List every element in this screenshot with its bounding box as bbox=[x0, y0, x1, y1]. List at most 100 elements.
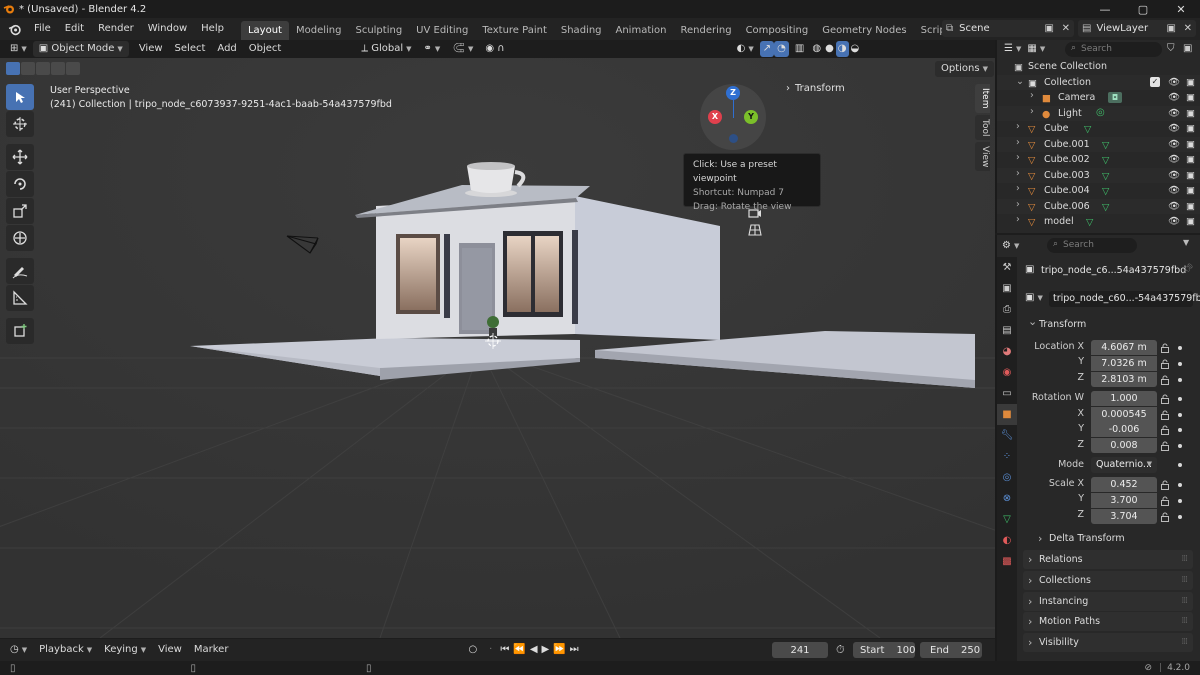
particle-properties-icon[interactable]: ⁘ bbox=[997, 446, 1017, 467]
render-camera-icon[interactable]: ▣ bbox=[1186, 108, 1195, 119]
menu-render[interactable]: Render bbox=[91, 18, 141, 40]
chevron-right-icon[interactable]: › bbox=[1016, 199, 1020, 210]
modifier-properties-icon[interactable]: 🔧︎ bbox=[997, 425, 1017, 446]
select-subtract-icon[interactable] bbox=[36, 62, 50, 75]
mesh-data-icon[interactable]: ▽ bbox=[1102, 186, 1109, 197]
shading-rendered-icon[interactable]: ◒ bbox=[849, 41, 862, 57]
keyframe-dot[interactable] bbox=[1178, 463, 1182, 467]
mesh-data-icon[interactable]: ▽ bbox=[1102, 171, 1109, 182]
timeline-editor-icon[interactable]: ◷ ▼ bbox=[4, 642, 33, 658]
view-layer-selector[interactable]: ▤ ViewLayer ▣ ✕ bbox=[1078, 20, 1196, 37]
location-y-field[interactable]: 7.0326 m bbox=[1091, 356, 1157, 371]
timeline-menu-keying[interactable]: Keying ▼ bbox=[98, 642, 152, 658]
keyframe-dot[interactable] bbox=[1178, 515, 1182, 519]
play-icon[interactable]: ▶ bbox=[540, 642, 552, 658]
chevron-right-icon[interactable]: › bbox=[1016, 214, 1020, 225]
object-data-icon[interactable]: ▣ ▼ bbox=[1025, 292, 1043, 303]
outliner-row-collection[interactable]: ⌄ ▣ Collection ✓ 👁︎ ▣ bbox=[997, 74, 1200, 90]
lock-icon[interactable] bbox=[1160, 480, 1170, 490]
stopwatch-icon[interactable]: ⏱ bbox=[836, 643, 845, 657]
chevron-right-icon[interactable]: › bbox=[1030, 90, 1034, 101]
shading-material-icon[interactable]: ◑ bbox=[835, 41, 849, 57]
constraint-properties-icon[interactable]: ⊗ bbox=[997, 488, 1017, 509]
relations-panel-header[interactable]: Relations ⁞⁞⁞ bbox=[1023, 550, 1193, 569]
keyframe-dot[interactable] bbox=[1178, 413, 1182, 417]
tab-layout[interactable]: Layout bbox=[240, 21, 289, 40]
measure-tool[interactable] bbox=[6, 285, 34, 311]
menu-file[interactable]: File bbox=[27, 18, 58, 40]
minimize-button[interactable]: — bbox=[1086, 0, 1124, 18]
close-button[interactable]: ✕ bbox=[1162, 0, 1200, 18]
keyframe-dot[interactable] bbox=[1178, 444, 1182, 448]
scale-z-field[interactable]: 3.704 bbox=[1091, 509, 1157, 524]
drag-handle-icon[interactable]: ⁞⁞⁞ bbox=[1181, 612, 1188, 631]
gizmo-x-axis[interactable]: X bbox=[708, 110, 722, 124]
eye-icon[interactable]: 👁︎ bbox=[1168, 123, 1180, 134]
outliner-row-cube-002[interactable]: › ▽ Cube.002 ▽ 👁︎ ▣ bbox=[997, 152, 1200, 168]
mesh-data-icon[interactable]: ▽ bbox=[1102, 140, 1109, 151]
mode-dropdown[interactable]: ▣ Object Mode ▼ bbox=[32, 41, 129, 57]
object-properties-icon[interactable]: ■ bbox=[997, 404, 1017, 425]
render-camera-icon[interactable]: ▣ bbox=[1186, 139, 1195, 150]
exclude-checkbox[interactable]: ✓ bbox=[1150, 76, 1160, 87]
rotation-w-field[interactable]: 1.000 bbox=[1091, 391, 1157, 406]
select-new-icon[interactable] bbox=[6, 62, 20, 75]
tab-modeling[interactable]: Modeling bbox=[289, 21, 349, 40]
collections-panel-header[interactable]: Collections ⁞⁞⁞ bbox=[1023, 571, 1193, 590]
outliner-row-model[interactable]: › ▽ model ▽ 👁︎ ▣ bbox=[997, 214, 1200, 230]
camera-data-icon[interactable]: ◘ bbox=[1108, 92, 1122, 103]
tool-properties-icon[interactable]: ⚒ bbox=[997, 257, 1017, 278]
tab-compositing[interactable]: Compositing bbox=[739, 21, 816, 40]
outliner-row-camera[interactable]: › ■ Camera ◘ 👁︎ ▣ bbox=[997, 90, 1200, 106]
visibility-icon[interactable]: ◐ ▼ bbox=[731, 41, 760, 57]
chevron-right-icon[interactable]: › bbox=[1016, 121, 1020, 132]
chevron-right-icon[interactable]: › bbox=[1016, 183, 1020, 194]
shading-solid-icon[interactable]: ● bbox=[823, 41, 836, 57]
scale-tool[interactable] bbox=[6, 198, 34, 224]
motion-paths-panel-header[interactable]: Motion Paths ⁞⁞⁞ bbox=[1023, 612, 1193, 631]
jump-start-icon[interactable]: ⏮ bbox=[498, 642, 511, 658]
lock-icon[interactable] bbox=[1160, 343, 1170, 353]
properties-search-input[interactable]: Search bbox=[1047, 238, 1137, 253]
scale-x-field[interactable]: 0.452 bbox=[1091, 477, 1157, 492]
tab-shading[interactable]: Shading bbox=[554, 21, 609, 40]
mesh-data-icon[interactable]: ▽ bbox=[1102, 202, 1109, 213]
render-properties-icon[interactable]: ▣ bbox=[997, 278, 1017, 299]
move-tool[interactable] bbox=[6, 144, 34, 170]
chevron-right-icon[interactable]: › bbox=[1016, 152, 1020, 163]
lock-icon[interactable] bbox=[1160, 410, 1170, 420]
keying-set-icon[interactable]: · bbox=[483, 642, 498, 658]
data-properties-icon[interactable]: ▽ bbox=[997, 509, 1017, 530]
jump-prev-keyframe-icon[interactable]: ⏪ bbox=[511, 642, 527, 658]
rotate-tool[interactable] bbox=[6, 171, 34, 197]
viewport-menu-add[interactable]: Add bbox=[211, 41, 242, 57]
jump-end-icon[interactable]: ⏭ bbox=[568, 642, 581, 658]
outliner-row-light[interactable]: › ● Light ◎ 👁︎ ▣ bbox=[997, 105, 1200, 121]
mesh-data-icon[interactable]: ▽ bbox=[1084, 124, 1091, 135]
chevron-right-icon[interactable]: › bbox=[1030, 106, 1034, 117]
outliner-row-cube-004[interactable]: › ▽ Cube.004 ▽ 👁︎ ▣ bbox=[997, 183, 1200, 199]
view-layer-properties-icon[interactable]: ▤ bbox=[997, 320, 1017, 341]
tab-animation[interactable]: Animation bbox=[609, 21, 674, 40]
object-name-field[interactable]: tripo_node_c60...-54a437579fbd bbox=[1049, 291, 1200, 307]
render-camera-icon[interactable]: ▣ bbox=[1186, 216, 1195, 227]
select-box-tool[interactable] bbox=[6, 84, 34, 110]
delta-transform-header[interactable]: Delta Transform bbox=[1033, 529, 1193, 548]
lock-icon[interactable] bbox=[1160, 359, 1170, 369]
timeline-menu-playback[interactable]: Playback ▼ bbox=[33, 642, 98, 658]
rotation-y-field[interactable]: -0.006 bbox=[1091, 422, 1157, 437]
outliner-row-scene-collection[interactable]: ▣ Scene Collection bbox=[997, 59, 1200, 75]
scene-selector[interactable]: ⧉ Scene ▣ ✕ bbox=[942, 20, 1074, 37]
gizmo-y-axis[interactable]: Y bbox=[744, 110, 758, 124]
select-extend-icon[interactable] bbox=[21, 62, 35, 75]
add-cube-tool[interactable] bbox=[6, 318, 34, 344]
keyframe-dot[interactable] bbox=[1178, 499, 1182, 503]
location-z-field[interactable]: 2.8103 m bbox=[1091, 372, 1157, 387]
keyframe-dot[interactable] bbox=[1178, 346, 1182, 350]
scale-y-field[interactable]: 3.700 bbox=[1091, 493, 1157, 508]
viewport-menu-object[interactable]: Object bbox=[243, 41, 288, 57]
render-camera-icon[interactable]: ▣ bbox=[1186, 201, 1195, 212]
properties-editor-icon[interactable]: ⚙ ▼ bbox=[999, 238, 1022, 254]
render-camera-icon[interactable]: ▣ bbox=[1186, 77, 1195, 88]
eye-icon[interactable]: 👁︎ bbox=[1168, 201, 1180, 212]
